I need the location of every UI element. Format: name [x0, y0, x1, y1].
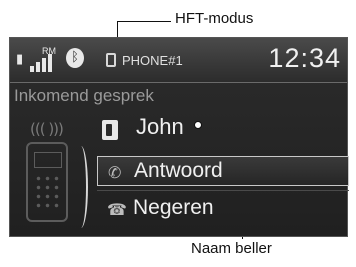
phone-answer-icon: ✆ — [108, 163, 122, 182]
status-bar: ▮ RM ᛒ PHONE#1 12:34 — [10, 38, 347, 83]
hft-mode-leader-horizontal — [117, 21, 171, 22]
answer-label: Antwoord — [134, 159, 223, 182]
ignore-label: Negeren — [133, 196, 214, 219]
phone-battery-icon: ▮ — [16, 52, 24, 67]
hft-mode-callout: HFT-modus — [175, 10, 254, 27]
bluetooth-icon: ᛒ — [66, 48, 84, 68]
ringing-waves-icon: ((( ))) — [30, 120, 64, 138]
call-mode-label: Inkomend gesprek — [14, 86, 154, 105]
incoming-call-screen: ▮ RM ᛒ PHONE#1 12:34 Inkomend gesprek ((… — [9, 37, 349, 237]
caller-name-pointer-dot — [194, 121, 202, 129]
phone-device-icon — [106, 53, 116, 67]
mobile-phone-icon — [26, 142, 68, 222]
handset-bracket — [74, 146, 88, 228]
contact-icon — [102, 120, 118, 140]
caller-name-callout: Naam beller — [191, 240, 272, 257]
signal-strength-icon: RM — [30, 46, 64, 72]
answer-button[interactable]: ✆ Antwoord — [97, 156, 349, 186]
ignore-button[interactable]: ☎ Negeren — [97, 194, 349, 224]
clock: 12:34 — [268, 43, 341, 73]
option-divider — [97, 190, 349, 191]
caller-name: John — [136, 114, 184, 139]
phone-hangup-icon: ☎ — [107, 200, 127, 219]
phone-label: PHONE#1 — [122, 53, 183, 68]
